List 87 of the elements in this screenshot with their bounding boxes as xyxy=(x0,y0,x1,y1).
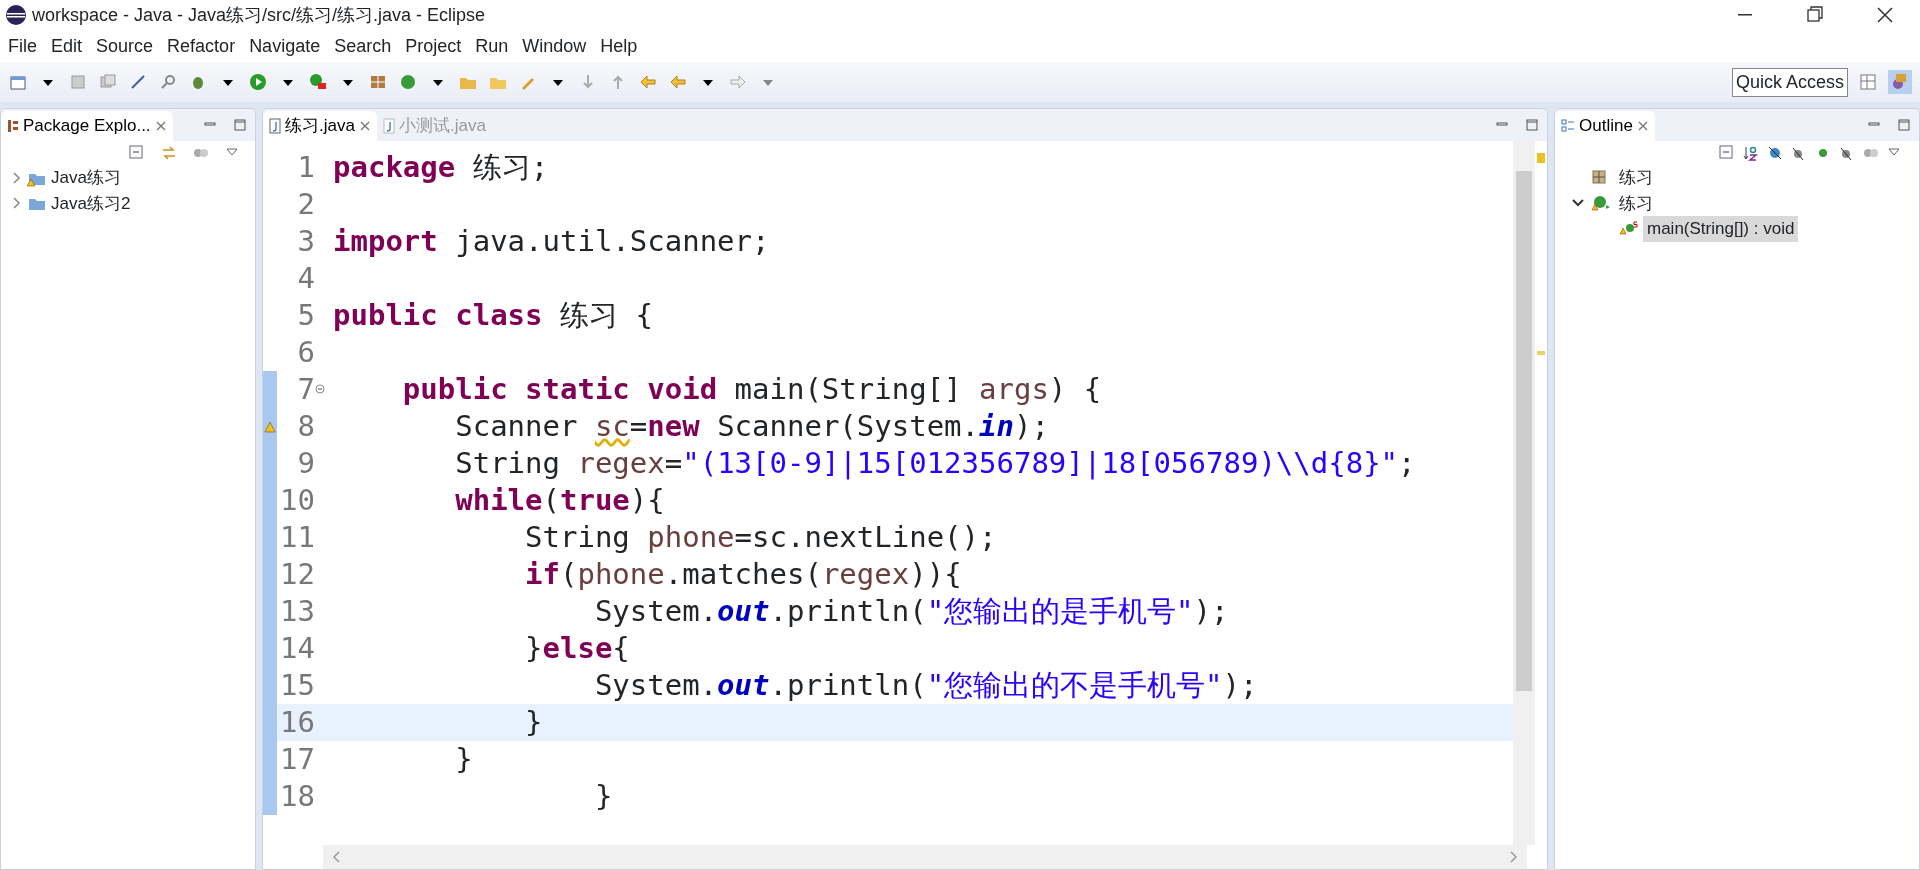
line-number: 18 xyxy=(280,778,315,815)
line-number: 16 xyxy=(280,704,315,741)
line-number: 8 xyxy=(297,408,315,445)
scroll-thumb[interactable] xyxy=(1516,171,1532,691)
menu-item[interactable]: Run xyxy=(475,32,509,60)
line-number: 5 xyxy=(297,297,315,334)
open-perspective-icon[interactable] xyxy=(1858,72,1878,92)
code-line: } xyxy=(593,778,613,815)
line-number: 9 xyxy=(297,445,315,482)
code-line: System.out.println("您输出的是手机号"); xyxy=(593,593,1229,630)
line-number: 11 xyxy=(280,519,315,556)
quick-access-field[interactable]: Quick Access xyxy=(1731,67,1848,97)
line-number: 4 xyxy=(297,260,315,297)
code-line: String regex="(13[0-9]|15[012356789]|18[056789)\\d{8}"; xyxy=(454,445,1416,482)
line-number: 13 xyxy=(280,593,315,630)
line-number: 6 xyxy=(297,334,315,371)
vertical-scrollbar[interactable] xyxy=(1513,141,1535,845)
hide-fields-icon[interactable] xyxy=(1767,145,1783,161)
menu-item[interactable]: Edit xyxy=(51,32,83,60)
menu-item[interactable]: Navigate xyxy=(249,32,321,60)
menu-item[interactable]: File xyxy=(8,32,37,60)
java-file-icon xyxy=(269,118,281,134)
java-perspective-icon[interactable] xyxy=(1888,70,1912,94)
eclipse-logo-icon xyxy=(4,3,28,27)
code-line: package 练习; xyxy=(332,149,549,186)
code-line: public static void main(String[] args) { xyxy=(401,371,1102,408)
line-number: 15 xyxy=(280,667,315,704)
line-number: 3 xyxy=(297,223,315,260)
run-external-icon[interactable] xyxy=(308,72,328,92)
collapse-all-icon[interactable] xyxy=(129,145,145,161)
line-number: 7 xyxy=(297,371,315,408)
method-warning-icon xyxy=(1619,219,1639,238)
menu-item[interactable]: Help xyxy=(600,32,638,60)
line-number: 1 xyxy=(297,149,315,186)
line-number: 17 xyxy=(280,741,315,778)
tree-item-label: Java练习 xyxy=(51,167,121,189)
menu-item[interactable]: Source xyxy=(96,32,154,60)
sort-icon[interactable] xyxy=(1743,145,1759,161)
maximize-icon[interactable] xyxy=(1897,118,1911,132)
run-icon[interactable] xyxy=(248,72,268,92)
outline-icon xyxy=(1561,119,1575,133)
horizontal-scrollbar[interactable] xyxy=(323,845,1527,869)
menu-item[interactable]: Window xyxy=(522,32,587,60)
view-title: Outline xyxy=(1579,115,1633,138)
line-number: 2 xyxy=(297,186,315,223)
fold-icon[interactable] xyxy=(315,383,325,394)
tree-item[interactable]: Java练习2 xyxy=(9,190,255,216)
overview-marker xyxy=(1537,351,1545,355)
maximize-icon[interactable] xyxy=(1525,118,1539,132)
menu-item[interactable]: Refactor xyxy=(167,32,236,60)
code-line: while(true){ xyxy=(454,482,665,519)
class-icon[interactable] xyxy=(398,72,418,92)
link-icon[interactable] xyxy=(161,145,177,161)
code-line: public class 练习 { xyxy=(332,297,653,334)
package-explorer-icon xyxy=(7,119,19,133)
overview-marker xyxy=(1537,153,1545,163)
maximize-icon[interactable] xyxy=(233,118,247,132)
menu-item[interactable]: Search xyxy=(334,32,392,60)
scroll-right-icon[interactable] xyxy=(1509,851,1519,863)
java-file-icon xyxy=(382,118,395,134)
tree-item-label: Java练习2 xyxy=(51,192,131,215)
code-line: }else{ xyxy=(524,630,630,667)
code-line: } xyxy=(524,704,543,741)
code-line: Scanner sc=new Scanner(System.in); xyxy=(454,408,1049,445)
outline-item[interactable]: 练习 xyxy=(1615,190,1657,216)
view-tab[interactable]: Outline xyxy=(1555,111,1655,141)
code-line: import java.util.Scanner; xyxy=(332,223,770,260)
code-line: System.out.println("您输出的不是手机号"); xyxy=(593,667,1258,704)
code-line: } xyxy=(454,741,473,778)
collapse-all-icon[interactable] xyxy=(1719,145,1735,161)
window-title: workspace - Java - Java练习/src/练习/练习.java - Eclipse xyxy=(32,3,487,27)
view-tab[interactable]: Package Explo... xyxy=(1,111,173,141)
class-warning-icon xyxy=(1591,194,1611,213)
tree-item[interactable]: Java练习 xyxy=(9,165,255,191)
outline-item[interactable]: main(String[]) : void xyxy=(1643,216,1799,242)
warning-marker-icon xyxy=(264,420,276,433)
view-title: Package Explo... xyxy=(23,115,151,138)
scroll-left-icon[interactable] xyxy=(331,851,341,863)
editor-tab[interactable]: 练习.java xyxy=(263,111,377,141)
save-icon[interactable] xyxy=(68,72,88,92)
outline-item[interactable]: 练习 xyxy=(1615,165,1657,191)
line-number: 10 xyxy=(280,482,315,519)
line-number: 14 xyxy=(280,630,315,667)
code-line: String phone=sc.nextLine(); xyxy=(524,519,997,556)
line-number: 12 xyxy=(280,556,315,593)
code-line: if(phone.matches(regex)){ xyxy=(524,556,962,593)
menu-item[interactable]: Project xyxy=(405,32,462,60)
